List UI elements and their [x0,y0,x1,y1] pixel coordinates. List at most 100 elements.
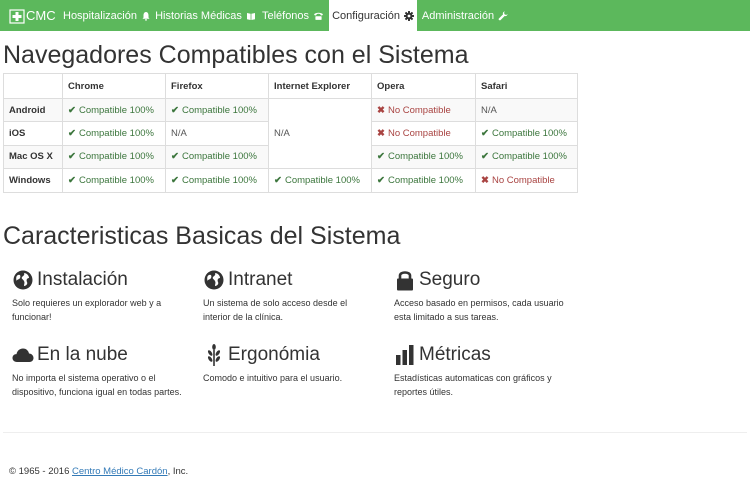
top-navbar: CMC Hospitalización Historias Médicas Te… [0,0,750,31]
cell-not-compatible: ✖ No Compatible [475,168,578,193]
cell-text: Compatible 100% [387,151,463,163]
table-header-row: Chrome Firefox Internet Explorer Opera S… [3,73,578,99]
column-header: Internet Explorer [268,73,372,99]
cell-text: No Compatible [491,174,555,186]
nav-configuracion[interactable]: Configuración [329,0,417,31]
nav-administracion[interactable]: Administración [417,0,513,31]
cell-text: Compatible 100% [491,151,567,163]
cell-text: No Compatible [387,128,451,140]
cell-compatible: ✔ Compatible 100% [165,97,269,123]
cell-compatible: ✔ Compatible 100% [475,144,578,170]
brand-link[interactable]: CMC [9,0,56,31]
feature-ergonomia: Ergonómia Comodo e intuitivo para el usu… [203,343,373,386]
features-title: Caracteristicas Basicas del Sistema [3,222,401,250]
grain-icon [203,344,225,366]
gear-icon [403,10,414,21]
cell-text: Compatible 100% [78,104,154,116]
cell-text: Compatible 100% [181,174,257,186]
check-icon: ✔ [274,174,282,186]
column-header [3,73,63,99]
footer-copyright: © 1965 - 2016 [9,466,70,477]
cell-na: N/A [475,97,578,123]
check-icon: ✔ [68,174,76,186]
os-label: Windows [3,168,63,193]
cell-text: Compatible 100% [284,174,360,186]
feature-en-la-nube: En la nube No importa el sistema operati… [12,343,182,399]
nav-label: Hospitalización [63,9,137,22]
cell-na: N/A [165,121,269,146]
cell-compatible: ✔ Compatible 100% [165,144,269,170]
feature-description: Solo requieres un explorador web y a fun… [12,298,162,322]
x-icon: ✖ [377,104,385,116]
feature-instalacion: Instalación Solo requieres un explorador… [12,268,182,324]
check-icon: ✔ [171,104,179,116]
feature-metricas: Métricas Estadísticas automaticas con gr… [394,343,564,399]
cell-text: Compatible 100% [181,151,257,163]
bar-chart-icon [394,344,416,366]
feature-intranet: Intranet Un sistema de solo acceso desde… [203,268,373,324]
cell-compatible: ✔ Compatible 100% [371,168,476,193]
cell-text: No Compatible [387,104,451,116]
column-header: Opera [371,73,476,99]
book-icon [246,11,256,21]
phone-icon [313,11,324,21]
cell-text: Compatible 100% [78,151,154,163]
check-icon: ✔ [481,128,489,140]
cell-compatible: ✔ Compatible 100% [62,97,166,123]
nav-label: Teléfonos [261,9,310,22]
cell-text: N/A [274,128,290,140]
footer-suffix: , Inc. [167,466,189,477]
nav-telefonos[interactable]: Teléfonos [257,0,329,31]
feature-description: Acceso basado en permisos, cada usuario … [394,298,564,322]
nav-label: Administración [421,9,495,22]
cell-compatible: ✔ Compatible 100% [268,168,372,193]
feature-title: Seguro [419,269,481,290]
feature-description: Comodo e intuitivo para el usuario. [203,373,343,383]
cell-text: Compatible 100% [78,128,154,140]
column-header: Firefox [165,73,269,99]
feature-title: Métricas [419,344,491,365]
feature-title: Instalación [37,269,128,290]
x-icon: ✖ [377,128,385,140]
cell-not-compatible: ✖ No Compatible [371,97,476,123]
os-label: Android [3,97,63,123]
nav-label: Historias Médicas [155,9,242,22]
column-header: Safari [475,73,578,99]
x-icon: ✖ [481,174,489,186]
cell-text: Compatible 100% [491,128,567,140]
cell-na: N/A [268,97,372,170]
cell-text: Compatible 100% [181,104,257,116]
cloud-icon [12,344,34,366]
check-icon: ✔ [377,151,385,163]
wrench-icon [498,11,508,21]
cell-text: N/A [171,128,187,140]
check-icon: ✔ [171,174,179,186]
table-row: Windows ✔ Compatible 100% ✔ Compatible 100… [3,168,578,193]
feature-title: En la nube [37,344,128,365]
cell-compatible: ✔ Compatible 100% [165,168,269,193]
feature-title: Ergonómia [228,344,320,365]
check-icon: ✔ [68,128,76,140]
feature-description: No importa el sistema operativo o el dis… [12,373,182,397]
footer-divider [3,432,747,433]
medical-logo-icon [9,8,25,24]
nav-historias-medicas[interactable]: Historias Médicas [154,0,257,31]
lock-icon [394,269,416,291]
cell-text: Compatible 100% [78,174,154,186]
check-icon: ✔ [377,174,385,186]
nav-label: Configuración [332,9,400,22]
check-icon: ✔ [481,151,489,163]
footer-link[interactable]: Centro Médico Cardón [72,466,168,477]
cell-text: N/A [481,104,497,116]
column-header: Chrome [62,73,166,99]
brand-label: CMC [26,8,56,23]
nav-hospitalizacion[interactable]: Hospitalización [60,0,154,31]
cell-compatible: ✔ Compatible 100% [371,144,476,170]
check-icon: ✔ [68,104,76,116]
cell-compatible: ✔ Compatible 100% [62,121,166,146]
os-label: iOS [3,121,63,146]
os-label: Mac OS X [3,144,63,170]
compat-title: Navegadores Compatibles con el Sistema [3,41,469,69]
bell-icon [141,11,151,21]
footer: © 1965 - 2016 Centro Médico Cardón, Inc. [9,466,188,477]
